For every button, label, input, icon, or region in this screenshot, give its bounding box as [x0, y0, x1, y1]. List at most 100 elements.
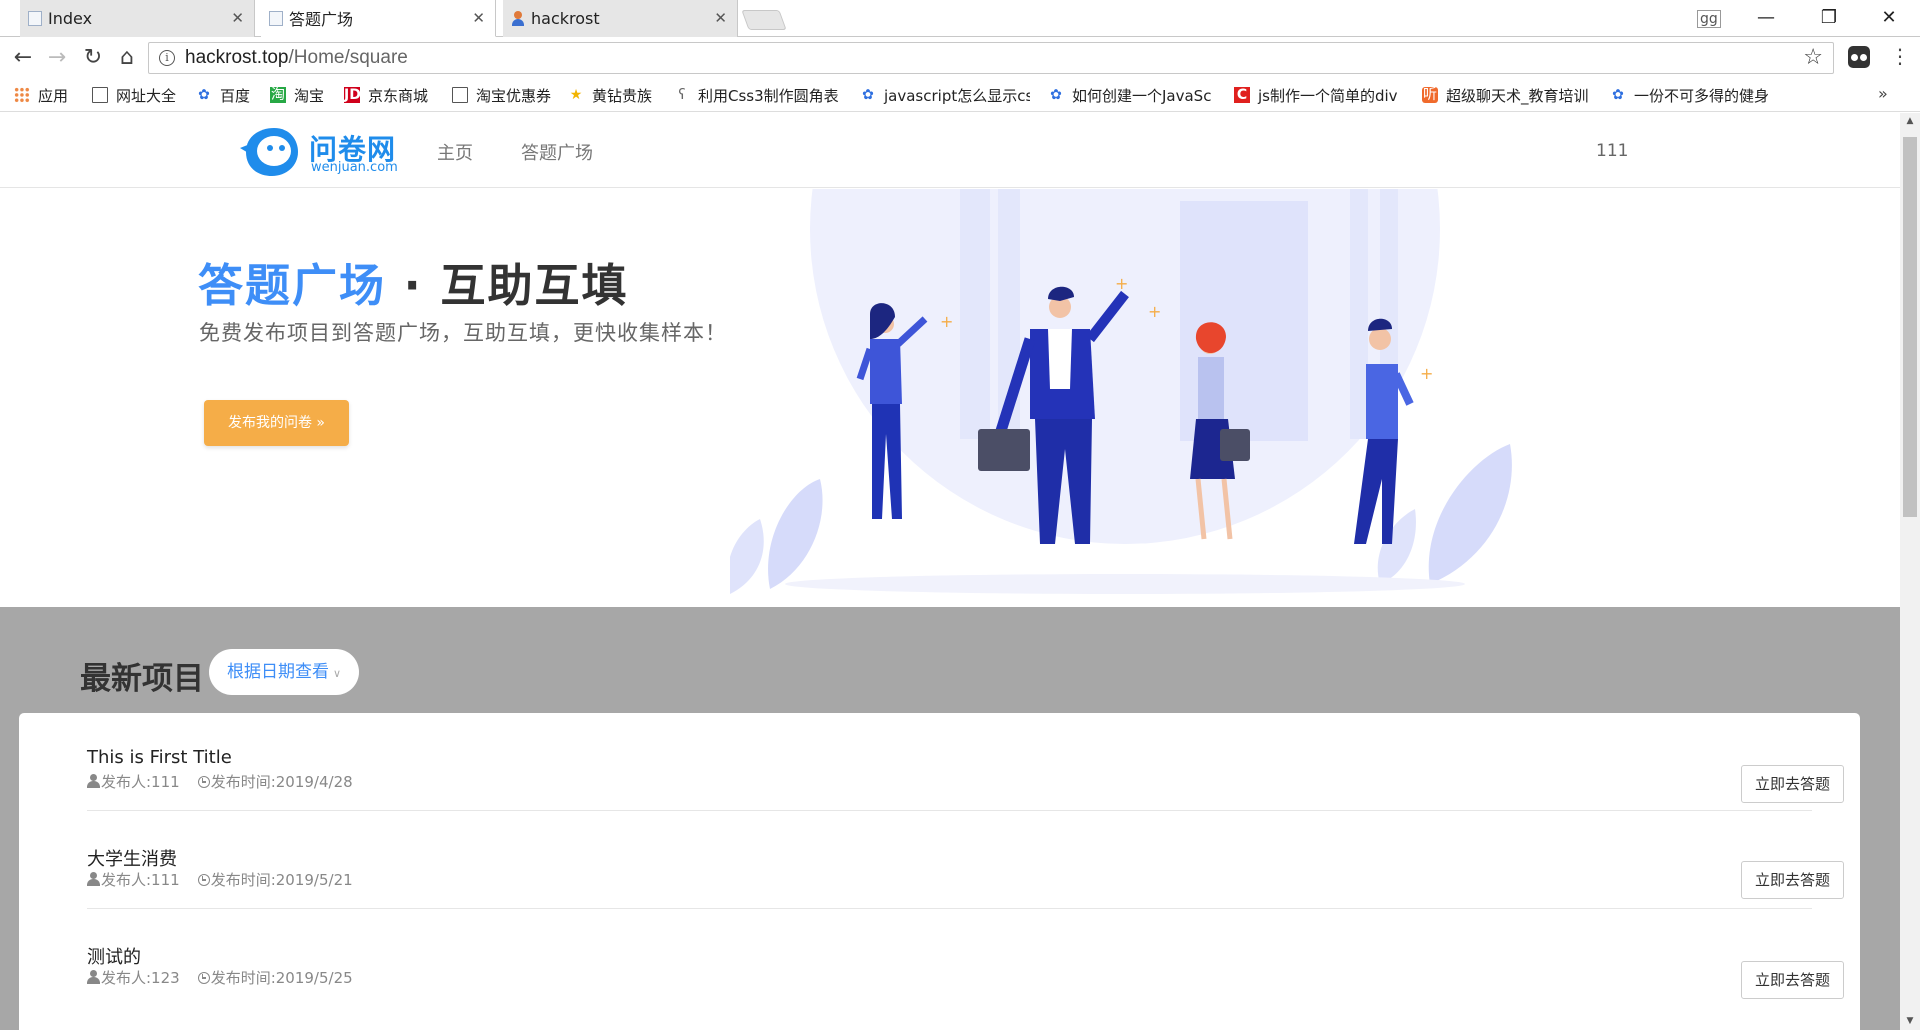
sparkle-icon: + [1115, 274, 1128, 293]
close-icon[interactable]: ✕ [714, 9, 727, 27]
ting-icon: 听 [1422, 87, 1438, 103]
tab-title: hackrost [531, 9, 600, 28]
star-icon: ★ [569, 87, 583, 103]
clock-icon [197, 972, 210, 984]
date-filter-dropdown[interactable]: 根据日期查看 ∨ [209, 649, 359, 695]
back-arrow-icon[interactable]: ← [8, 44, 38, 72]
bookmark-apps[interactable]: 应用 [14, 85, 78, 105]
new-tab-button[interactable] [741, 10, 787, 30]
bookmark-item[interactable]: JD 京东商城 [344, 85, 448, 105]
page-viewport: 问卷网 wenjuan.com 主页 答题广场 111 答题广场 · 互助互填 … [0, 113, 1900, 1030]
clock-icon [197, 776, 210, 788]
latest-projects-section: 最新项目 根据日期查看 ∨ This is First Title 发布人:111… [0, 607, 1900, 1030]
project-item: 大学生消费 发布人:111 发布时间:2019/5/21 立即去答题 [87, 811, 1844, 909]
project-title[interactable]: 大学生消费 [87, 845, 177, 871]
paw-icon: ✿ [198, 87, 210, 103]
more-menu-icon[interactable]: ⋮ [1890, 44, 1910, 68]
bookmark-star-icon[interactable]: ☆ [1803, 45, 1823, 70]
bookmarks-overflow-icon[interactable]: » [1878, 84, 1888, 103]
scroll-down-icon[interactable]: ▼ [1900, 1013, 1920, 1030]
profile-badge[interactable]: gg [1697, 10, 1721, 28]
bookmark-item[interactable]: 网址大全 [92, 85, 188, 105]
paw-icon: ✿ [1612, 87, 1624, 103]
browser-tab-strip: Index ✕ 答题广场 ✕ hackrost ✕ gg — ❐ ✕ [0, 0, 1920, 37]
sparkle-icon: + [1420, 364, 1433, 383]
bookmark-item[interactable]: 听 超级聊天术_教育培训 [1422, 85, 1594, 105]
hero-subtitle: 免费发布项目到答题广场，互助互填，更快收集样本！ [199, 321, 727, 345]
scroll-up-icon[interactable]: ▲ [1900, 113, 1920, 130]
browser-tab-hackrost[interactable]: hackrost ✕ [503, 0, 738, 37]
page-icon [92, 87, 108, 103]
jd-icon: JD [344, 87, 361, 103]
logo-subtext: wenjuan.com [311, 160, 398, 175]
reload-icon[interactable]: ↻ [78, 44, 108, 72]
tab-title: 答题广场 [289, 10, 354, 29]
projects-card: This is First Title 发布人:111 发布时间:2019/4/2… [19, 713, 1860, 1030]
project-meta: 发布人:123 发布时间:2019/5/25 [87, 967, 353, 988]
project-item: This is First Title 发布人:111 发布时间:2019/4/2… [87, 713, 1844, 811]
clock-icon [197, 874, 210, 886]
window-close-icon[interactable]: ✕ [1869, 5, 1909, 31]
project-meta: 发布人:111 发布时间:2019/4/28 [87, 771, 353, 792]
restore-icon[interactable]: ❐ [1809, 5, 1849, 31]
user-name[interactable]: 111 [1596, 141, 1628, 161]
forward-arrow-icon[interactable]: → [42, 44, 72, 72]
paw-icon: ✿ [862, 87, 874, 103]
url-field[interactable]: i hackrost.top/Home/square ☆ [148, 42, 1834, 74]
project-item: 测试的 发布人:123 发布时间:2019/5/25 立即去答题 [87, 909, 1844, 1007]
site-header: 问卷网 wenjuan.com 主页 答题广场 111 [0, 113, 1900, 188]
bookmark-item[interactable]: ✿ 一份不可多得的健身 [1610, 85, 1782, 105]
extension-icon[interactable] [1848, 46, 1870, 68]
hero-banner: 答题广场 · 互助互填 免费发布项目到答题广场，互助互填，更快收集样本！ 发布我… [0, 189, 1900, 607]
nav-home-link[interactable]: 主页 [437, 139, 473, 165]
browser-tab-square[interactable]: 答题广场 ✕ [261, 0, 496, 37]
hero-title: 答题广场 · 互助互填 [198, 259, 629, 312]
hook-icon: ʕ [678, 87, 686, 103]
browser-tab-index[interactable]: Index ✕ [20, 0, 255, 37]
bookmarks-bar: 应用 网址大全 ✿ 百度 淘 淘宝 JD 京东商城 淘宝优惠券 ★ 黄钻贵族 ʕ… [0, 78, 1920, 112]
user-icon [87, 970, 100, 984]
logo-mascot-icon [240, 128, 298, 176]
close-icon[interactable]: ✕ [231, 9, 244, 27]
nav-square-link[interactable]: 答题广场 [521, 139, 593, 165]
project-title[interactable]: This is First Title [87, 747, 232, 768]
user-icon [87, 774, 100, 788]
scrollbar-thumb[interactable] [1903, 137, 1917, 517]
info-icon[interactable]: i [159, 50, 175, 66]
project-meta: 发布人:111 发布时间:2019/5/21 [87, 869, 353, 890]
sparkle-icon: + [940, 312, 953, 331]
apps-icon [14, 87, 30, 103]
site-logo[interactable]: 问卷网 wenjuan.com [240, 122, 410, 180]
publish-survey-button[interactable]: 发布我的问卷 » [204, 400, 349, 446]
tab-title: Index [48, 9, 93, 28]
answer-now-button[interactable]: 立即去答题 [1741, 961, 1844, 999]
chevron-down-icon: ∨ [332, 667, 342, 680]
bookmark-item[interactable]: C js制作一个简单的div [1234, 85, 1410, 105]
address-bar-row: ← → ↻ ⌂ i hackrost.top/Home/square ☆ ⋮ [0, 38, 1920, 78]
bookmark-item[interactable]: 淘宝优惠券 [452, 85, 566, 105]
hero-illustration: + + + + [730, 189, 1512, 594]
user-icon [87, 872, 100, 886]
page-favicon-icon [28, 11, 42, 26]
page-scrollbar[interactable]: ▲ ▼ [1900, 113, 1920, 1030]
section-title: 最新项目 [80, 661, 204, 697]
bookmark-item[interactable]: ✿ javascript怎么显示cs [860, 85, 1030, 105]
minimize-icon[interactable]: — [1746, 5, 1786, 31]
sparkle-icon: + [1148, 302, 1161, 321]
paw-icon: ✿ [1050, 87, 1062, 103]
answer-now-button[interactable]: 立即去答题 [1741, 765, 1844, 803]
bookmark-item[interactable]: ✿ 百度 [196, 85, 270, 105]
home-icon[interactable]: ⌂ [112, 44, 142, 72]
bookmark-item[interactable]: ★ 黄钻贵族 [568, 85, 664, 105]
person-favicon-icon [511, 11, 525, 26]
bookmark-item[interactable]: ✿ 如何创建一个JavaSc [1048, 85, 1218, 105]
project-title[interactable]: 测试的 [87, 943, 141, 969]
close-icon[interactable]: ✕ [472, 9, 485, 27]
answer-now-button[interactable]: 立即去答题 [1741, 861, 1844, 899]
bookmark-item[interactable]: ʕ 利用Css3制作圆角表 [674, 85, 844, 105]
c-icon: C [1234, 87, 1250, 103]
taobao-icon: 淘 [270, 87, 286, 103]
page-icon [452, 87, 468, 103]
bookmark-item[interactable]: 淘 淘宝 [270, 85, 342, 105]
url-text[interactable]: hackrost.top/Home/square [185, 47, 408, 69]
